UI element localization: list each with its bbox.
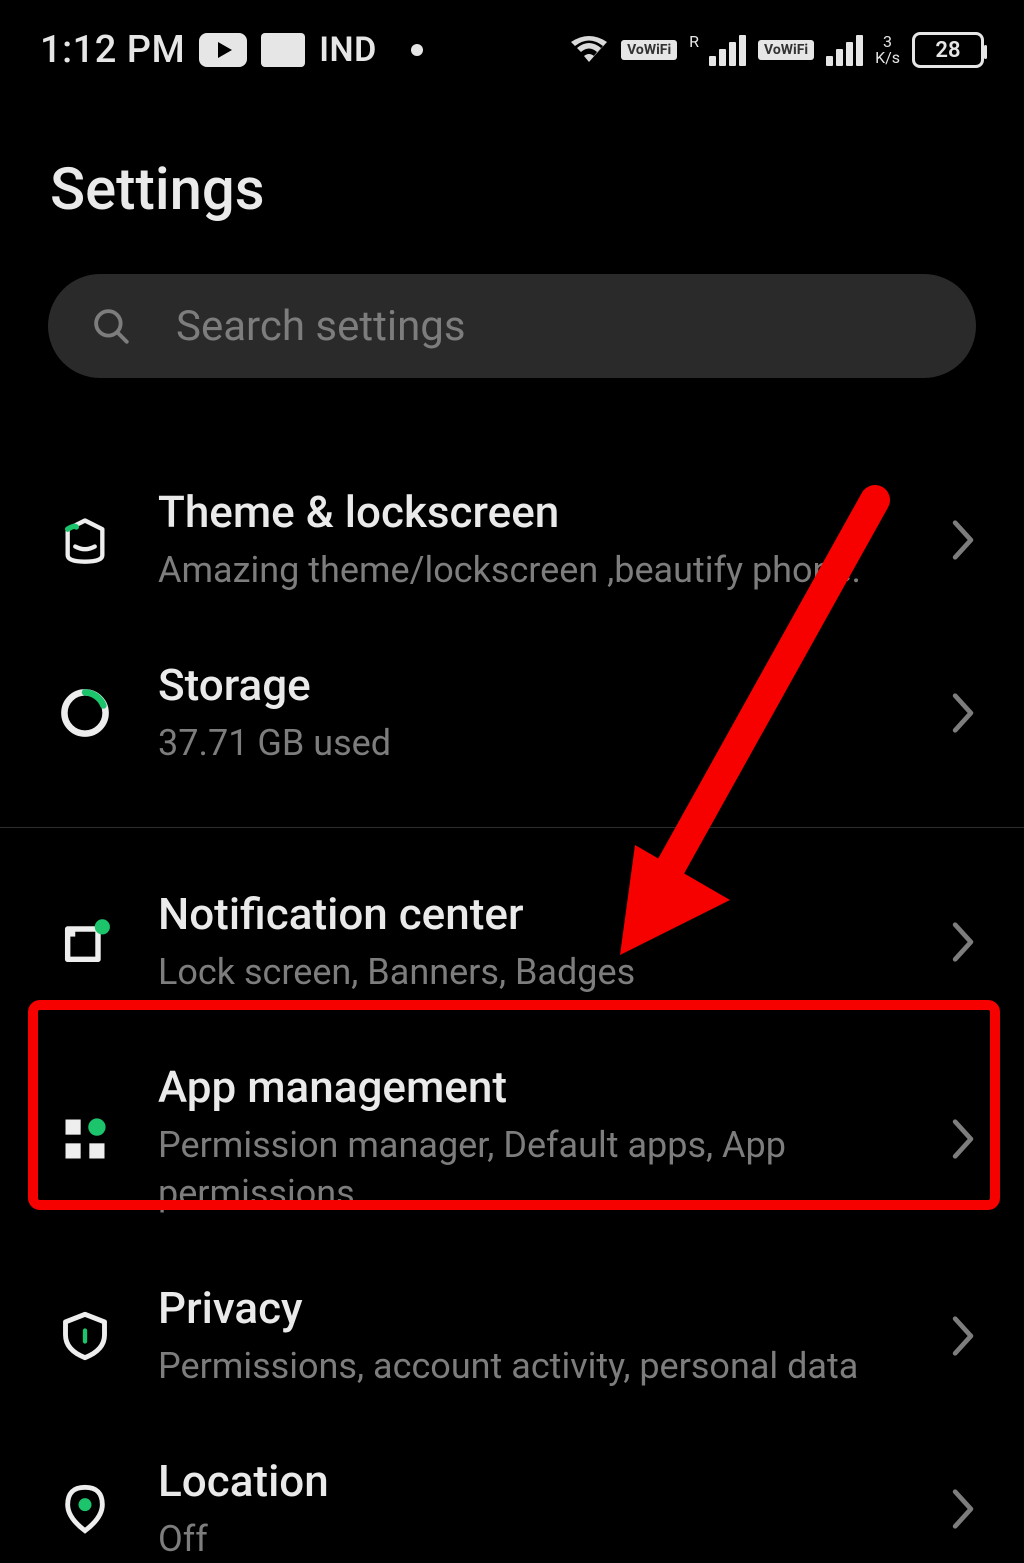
search-icon (90, 305, 132, 347)
item-title: Location (158, 1455, 906, 1507)
app-notification-icon (261, 33, 305, 67)
item-subtitle: Off (158, 1515, 906, 1563)
item-title: Notification center (158, 888, 906, 940)
item-location[interactable]: Location Off (0, 1423, 1024, 1563)
settings-list: Theme & lockscreen Amazing theme/lockscr… (0, 378, 1024, 1563)
roaming-indicator: R (689, 32, 699, 51)
theme-icon (56, 511, 114, 569)
location-icon (56, 1480, 114, 1538)
item-storage[interactable]: Storage 37.71 GB used (0, 627, 1024, 800)
search-input[interactable]: Search settings (48, 274, 976, 378)
item-title: Theme & lockscreen (158, 486, 906, 538)
item-notification-center[interactable]: Notification center Lock screen, Banners… (0, 856, 1024, 1029)
section-divider (0, 827, 1024, 828)
more-notifications-dot (411, 44, 423, 56)
item-subtitle: 37.71 GB used (158, 719, 906, 768)
speed-unit: K/s (875, 48, 900, 67)
chevron-right-icon (950, 518, 976, 562)
item-title: Privacy (158, 1282, 906, 1334)
page-title: Settings (0, 96, 1024, 274)
status-left: 1:12 PM IND (40, 28, 423, 72)
storage-icon (56, 684, 114, 742)
notification-icon (56, 913, 114, 971)
chevron-right-icon (950, 1487, 976, 1531)
item-subtitle: Permissions, account activity, personal … (158, 1342, 906, 1391)
status-time: 1:12 PM (40, 28, 185, 72)
network-speed: 3 K/s (875, 34, 900, 66)
search-placeholder: Search settings (176, 302, 466, 351)
item-title: App management (158, 1061, 906, 1113)
app-management-icon (56, 1110, 114, 1168)
youtube-icon (199, 33, 247, 67)
battery-indicator: 28 (912, 32, 984, 68)
chevron-right-icon (950, 1314, 976, 1358)
signal-bars-1 (709, 34, 746, 66)
chevron-right-icon (950, 920, 976, 964)
item-title: Storage (158, 659, 906, 711)
item-subtitle: Permission manager, Default apps, App pe… (158, 1121, 906, 1218)
status-bar: 1:12 PM IND VoWiFi R VoWiFi 3 K/s 28 (0, 0, 1024, 96)
carrier-label: IND (319, 30, 376, 70)
item-theme-lockscreen[interactable]: Theme & lockscreen Amazing theme/lockscr… (0, 454, 1024, 627)
item-subtitle: Lock screen, Banners, Badges (158, 948, 906, 997)
item-privacy[interactable]: Privacy Permissions, account activity, p… (0, 1250, 1024, 1423)
signal-bars-2 (826, 34, 863, 66)
vowifi-badge-2: VoWiFi (758, 40, 814, 60)
privacy-icon (56, 1307, 114, 1365)
chevron-right-icon (950, 1117, 976, 1161)
item-subtitle: Amazing theme/lockscreen ,beautify phone… (158, 546, 906, 595)
item-app-management[interactable]: App management Permission manager, Defau… (0, 1029, 1024, 1250)
status-right: VoWiFi R VoWiFi 3 K/s 28 (569, 32, 984, 69)
chevron-right-icon (950, 691, 976, 735)
wifi-icon (569, 34, 609, 66)
vowifi-badge-1: VoWiFi (621, 40, 677, 60)
